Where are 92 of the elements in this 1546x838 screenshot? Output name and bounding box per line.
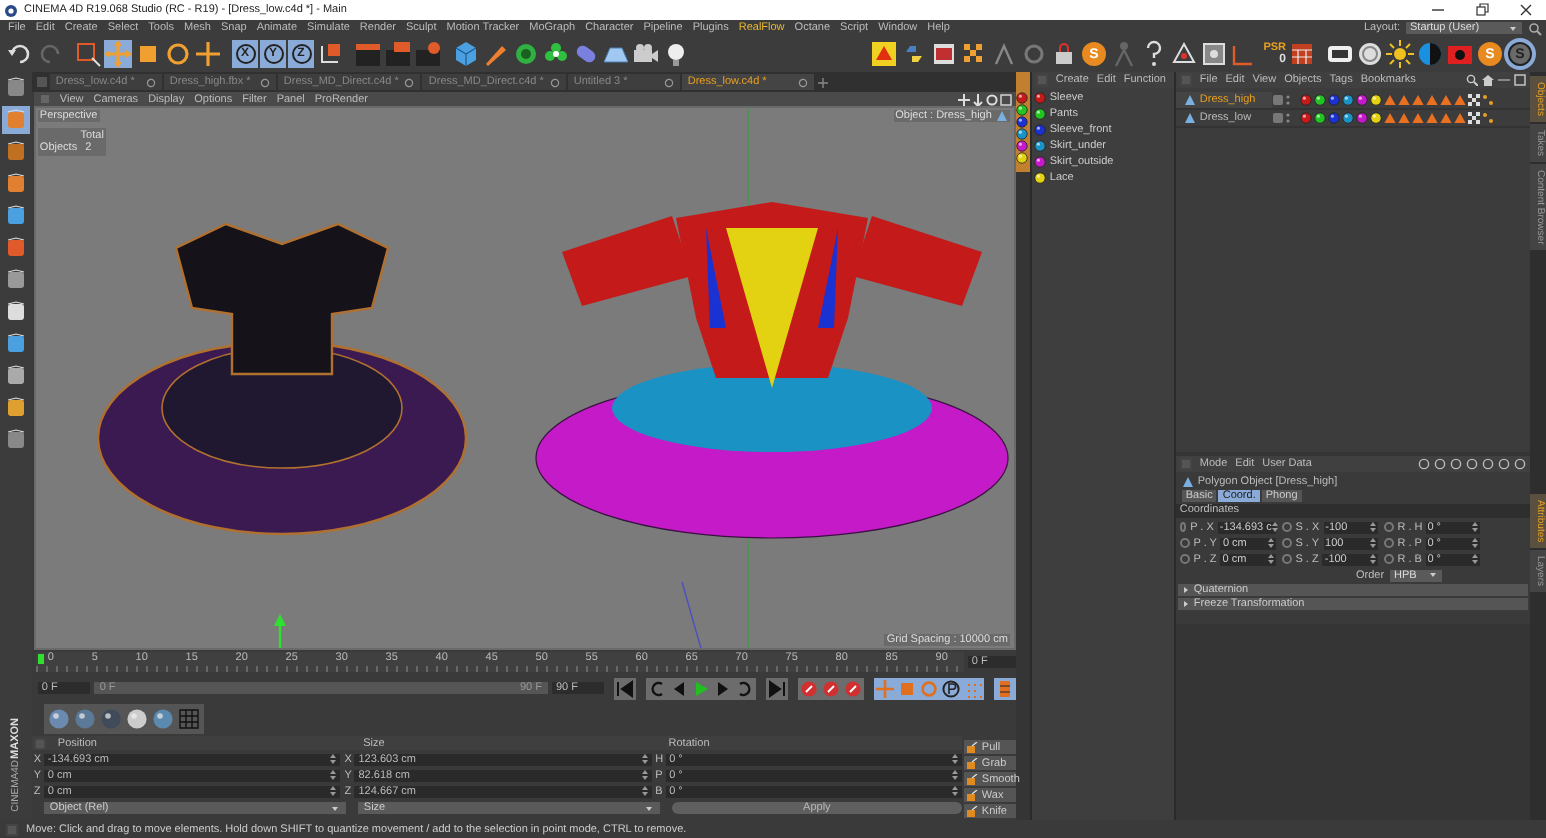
close-icon[interactable] bbox=[1518, 2, 1534, 18]
triangle-icon[interactable] bbox=[1170, 40, 1198, 68]
undo-icon[interactable] bbox=[6, 40, 34, 68]
spinner-icon bbox=[641, 786, 648, 796]
spinner-icon bbox=[951, 786, 958, 796]
spinner-icon bbox=[1471, 554, 1478, 564]
calculator-icon[interactable] bbox=[1288, 40, 1316, 68]
render-view-icon[interactable] bbox=[1200, 40, 1228, 68]
panel-menu-icon bbox=[39, 94, 50, 104]
checker-tag-icon[interactable] bbox=[1467, 94, 1480, 106]
autokey-icon[interactable] bbox=[843, 679, 862, 697]
coordinate-system-icon[interactable] bbox=[316, 40, 344, 68]
caret-icon bbox=[1428, 570, 1439, 580]
camera-icon[interactable] bbox=[1446, 40, 1474, 68]
polygon-object-icon bbox=[995, 110, 1008, 122]
timeline-icon[interactable] bbox=[995, 679, 1014, 697]
move-view-icon[interactable] bbox=[957, 93, 970, 105]
spinner-icon bbox=[1471, 538, 1478, 548]
add-icon[interactable] bbox=[194, 40, 222, 68]
skip-end-icon[interactable] bbox=[767, 679, 786, 697]
checker-icon[interactable] bbox=[960, 40, 988, 68]
spinner-icon bbox=[1471, 522, 1478, 532]
realflow-icon[interactable] bbox=[870, 40, 898, 68]
parameter-key-icon[interactable] bbox=[941, 679, 960, 697]
caret-icon bbox=[329, 803, 340, 813]
pen-icon[interactable] bbox=[482, 40, 510, 68]
y-axis-arrow-icon bbox=[273, 614, 286, 648]
spinner-icon bbox=[330, 754, 337, 764]
animation-dot-icon[interactable] bbox=[1179, 554, 1190, 564]
script-manager-icon[interactable] bbox=[930, 40, 958, 68]
add-tab-icon[interactable] bbox=[815, 75, 830, 89]
spinner-icon bbox=[330, 770, 337, 780]
animation-dot-icon[interactable] bbox=[1281, 538, 1292, 548]
tab-menu-icon bbox=[35, 76, 48, 88]
animation-dot-icon[interactable] bbox=[1179, 538, 1190, 548]
spinner-icon bbox=[1369, 538, 1376, 548]
selection-icon[interactable] bbox=[74, 40, 102, 68]
maximize-icon[interactable] bbox=[999, 93, 1012, 105]
record-icon[interactable] bbox=[799, 679, 818, 697]
spinner-icon bbox=[641, 754, 648, 764]
spinner-icon bbox=[1369, 522, 1376, 532]
animation-dot-icon[interactable] bbox=[1179, 522, 1187, 532]
rotate-icon[interactable] bbox=[164, 40, 192, 68]
spinner-icon bbox=[1267, 538, 1274, 548]
spinner-icon bbox=[1271, 522, 1278, 532]
spinner-icon bbox=[951, 754, 958, 764]
brush-icon bbox=[965, 789, 978, 801]
loop-icon[interactable] bbox=[647, 679, 666, 697]
spinner-icon bbox=[1267, 554, 1274, 564]
sphere-icon[interactable] bbox=[73, 707, 96, 729]
light-bulb-icon[interactable] bbox=[662, 40, 690, 68]
clapboard-icon[interactable] bbox=[384, 40, 412, 68]
axis-line bbox=[681, 581, 703, 648]
spinner-icon bbox=[1369, 554, 1376, 564]
animation-dot-icon[interactable] bbox=[1383, 522, 1394, 532]
spinner-icon bbox=[951, 770, 958, 780]
sphere-icon[interactable] bbox=[151, 707, 174, 729]
sphere-icon[interactable] bbox=[99, 707, 122, 729]
subdivision-icon[interactable] bbox=[512, 40, 540, 68]
restore-icon[interactable] bbox=[1474, 2, 1490, 18]
brush-icon bbox=[965, 757, 978, 769]
brush-icon bbox=[965, 741, 978, 753]
contrast-icon[interactable] bbox=[1416, 40, 1444, 68]
disc-icon[interactable] bbox=[1356, 40, 1384, 68]
camera-icon[interactable] bbox=[632, 40, 660, 68]
spinner-icon bbox=[641, 770, 648, 780]
brush-icon bbox=[965, 773, 978, 785]
sphere-icon[interactable] bbox=[47, 707, 70, 729]
step-back-icon[interactable] bbox=[669, 679, 688, 697]
spinner-icon bbox=[330, 786, 337, 796]
display-icon[interactable] bbox=[1326, 40, 1354, 68]
animation-dot-icon[interactable] bbox=[1383, 554, 1394, 564]
clapboard-icon[interactable] bbox=[354, 40, 382, 68]
skip-start-icon[interactable] bbox=[615, 679, 634, 697]
animation-dot-icon[interactable] bbox=[1281, 522, 1292, 532]
step-forward-icon[interactable] bbox=[713, 679, 732, 697]
loop-icon[interactable] bbox=[735, 679, 754, 697]
rotate-view-icon[interactable] bbox=[985, 93, 998, 105]
animation-dot-icon[interactable] bbox=[1383, 538, 1394, 548]
keyframe-icon[interactable] bbox=[821, 679, 840, 697]
checker-tag-icon[interactable] bbox=[1467, 112, 1480, 124]
caret-icon bbox=[643, 803, 654, 813]
scale-icon[interactable] bbox=[134, 40, 162, 68]
playhead-marker[interactable] bbox=[37, 654, 44, 664]
sun-icon[interactable] bbox=[1386, 40, 1414, 68]
lambda-icon[interactable] bbox=[990, 40, 1018, 68]
animation-dot-icon[interactable] bbox=[1281, 554, 1292, 564]
home-icon[interactable] bbox=[1482, 74, 1495, 86]
brush-icon bbox=[965, 805, 978, 817]
clapboard-icon[interactable] bbox=[414, 40, 442, 68]
checker-sphere-icon[interactable] bbox=[125, 707, 148, 729]
zoom-view-icon[interactable] bbox=[971, 93, 984, 105]
